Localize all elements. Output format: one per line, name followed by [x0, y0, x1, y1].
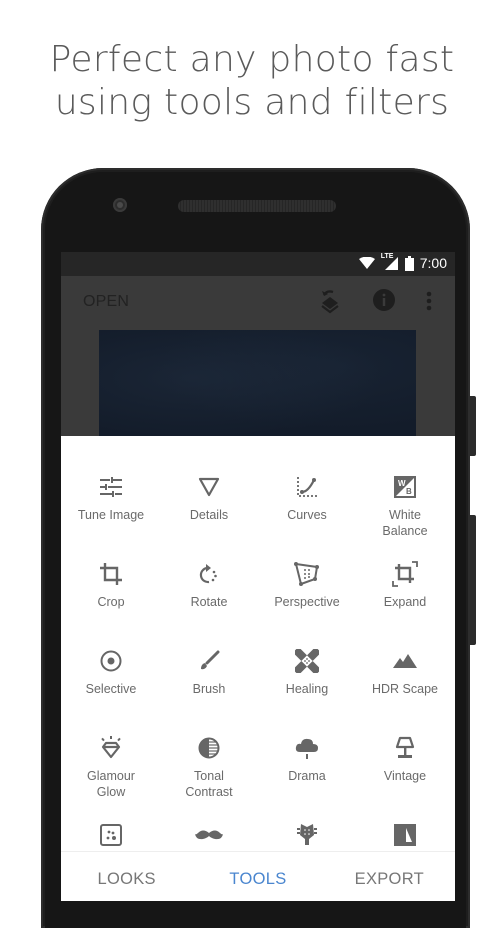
perspective-icon — [294, 562, 320, 586]
mountains-icon — [393, 654, 417, 668]
svg-text:B: B — [406, 487, 412, 496]
tool-perspective[interactable]: Perspective — [258, 559, 356, 611]
tool-label: Tune Image — [77, 508, 145, 522]
expand-icon — [392, 561, 418, 587]
tab-looks[interactable]: LOOKS — [61, 852, 192, 901]
tool-label: Rotate — [190, 595, 228, 609]
tool-label: HDR Scape — [372, 682, 438, 696]
healing-bandage-icon — [295, 649, 319, 673]
drama-cloud-icon — [295, 736, 319, 760]
details-triangle-icon — [198, 477, 220, 497]
noir-icon — [394, 824, 416, 846]
tool-drama[interactable]: Drama — [258, 733, 356, 785]
open-button[interactable]: OPEN — [83, 293, 129, 311]
earpiece-speaker — [178, 200, 336, 212]
tool-curves[interactable]: Curves — [258, 472, 356, 524]
tool-vintage[interactable]: Vintage — [356, 733, 454, 785]
battery-icon — [404, 255, 414, 271]
guitar-head-icon — [296, 823, 318, 847]
tool-glamour-glow[interactable]: Glamour Glow — [62, 733, 160, 800]
tool-label: Expand — [383, 595, 427, 609]
tool-label: Tonal Contrast — [185, 769, 233, 799]
phone-screen: LTE 7:00 OPEN Tune Image Details Curves … — [61, 252, 455, 901]
tool-label: Details — [189, 508, 229, 522]
curves-icon — [296, 476, 318, 498]
vintage-lamp-icon — [394, 736, 416, 760]
front-camera — [113, 198, 127, 212]
grainy-film-icon — [100, 824, 122, 846]
tool-healing[interactable]: Healing — [258, 646, 356, 698]
tool-white-balance[interactable]: WB White Balance — [356, 472, 454, 539]
tool-label: Curves — [287, 508, 327, 522]
brush-icon — [198, 650, 220, 672]
photo-preview[interactable] — [99, 330, 416, 450]
tool-crop[interactable]: Crop — [62, 559, 160, 611]
more-vert-icon[interactable] — [426, 291, 432, 311]
undo-layers-icon[interactable] — [319, 288, 341, 314]
white-balance-icon: WB — [394, 476, 416, 498]
tool-label: Crop — [97, 595, 125, 609]
tab-tools[interactable]: TOOLS — [192, 852, 323, 901]
status-bar: LTE 7:00 — [61, 252, 455, 276]
tab-export[interactable]: EXPORT — [324, 852, 455, 901]
tool-details[interactable]: Details — [160, 472, 258, 524]
tool-label: Selective — [85, 682, 137, 696]
tool-brush[interactable]: Brush — [160, 646, 258, 698]
headline-line-2: using tools and filters — [54, 82, 450, 123]
clock: 7:00 — [419, 255, 447, 271]
tool-label: Drama — [288, 769, 326, 783]
glamour-glow-diamond-icon — [99, 736, 123, 760]
bottom-nav: LOOKS TOOLS EXPORT — [61, 852, 455, 901]
headline-line-1: Perfect any photo fast — [49, 39, 455, 80]
tool-label: Brush — [192, 682, 226, 696]
selective-icon — [100, 650, 122, 672]
tool-label: Glamour Glow — [87, 769, 135, 799]
rotate-icon — [198, 563, 220, 585]
tool-label: White Balance — [382, 508, 428, 538]
mustache-icon — [195, 829, 223, 841]
tool-selective[interactable]: Selective — [62, 646, 160, 698]
tools-sheet: Tune Image Details Curves WB White Balan… — [61, 436, 455, 901]
tool-tonal-contrast[interactable]: Tonal Contrast — [160, 733, 258, 800]
lte-signal-icon: LTE — [381, 253, 399, 270]
app-bar: OPEN — [61, 276, 455, 328]
power-button — [470, 396, 476, 456]
tool-tune-image[interactable]: Tune Image — [62, 472, 160, 524]
tool-expand[interactable]: Expand — [356, 559, 454, 611]
info-icon[interactable] — [373, 289, 395, 311]
volume-button — [470, 515, 476, 645]
wifi-icon — [358, 256, 375, 270]
tool-hdr-scape[interactable]: HDR Scape — [356, 646, 454, 698]
tool-label: Vintage — [383, 769, 427, 783]
tool-label: Perspective — [274, 595, 340, 609]
tool-label: Healing — [285, 682, 329, 696]
tonal-contrast-icon — [198, 737, 220, 759]
svg-text:W: W — [398, 479, 406, 488]
tool-rotate[interactable]: Rotate — [160, 559, 258, 611]
crop-icon — [99, 562, 123, 586]
tune-image-icon — [100, 477, 122, 497]
headline: Perfect any photo fast using tools and f… — [0, 38, 504, 124]
